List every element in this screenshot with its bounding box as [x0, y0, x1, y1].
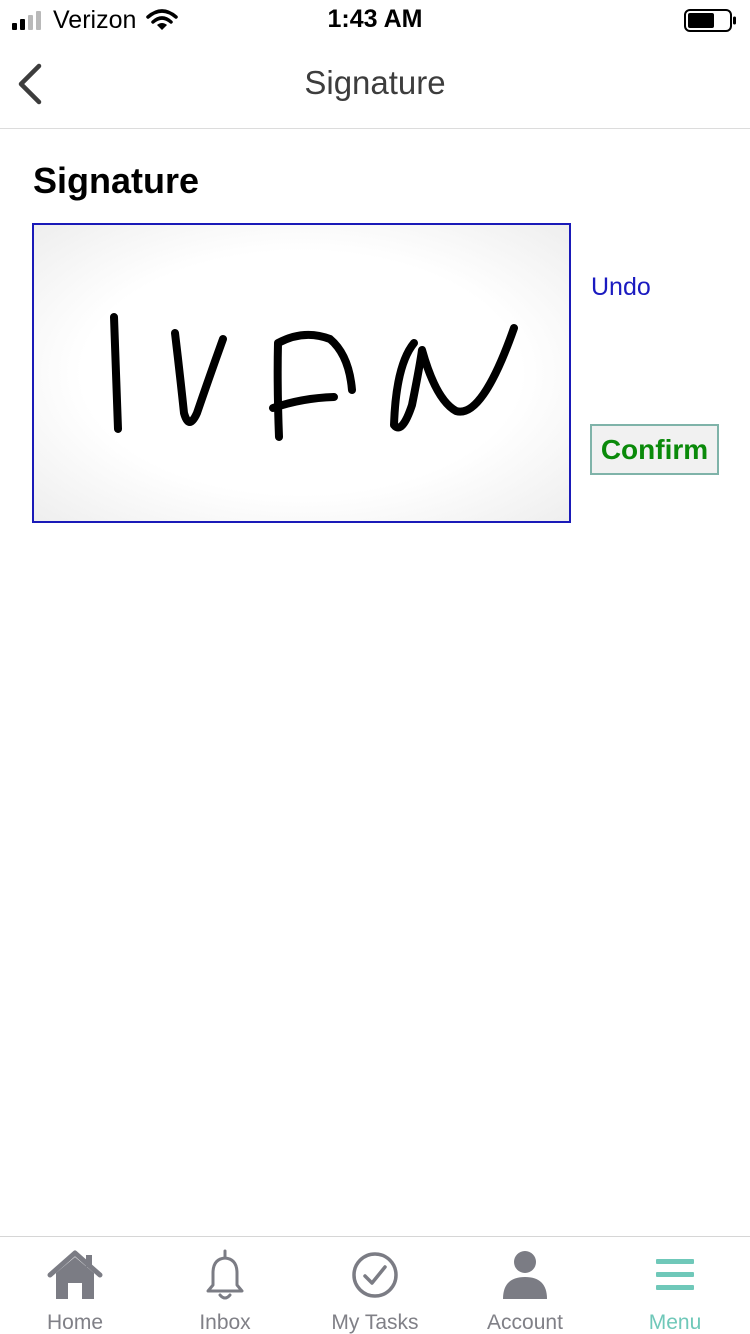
tab-label: Inbox [199, 1311, 251, 1334]
tab-label: My Tasks [331, 1311, 419, 1334]
tab-menu[interactable]: Menu [600, 1237, 750, 1334]
nav-bar: Signature [0, 40, 750, 129]
section-title: Signature [33, 160, 200, 201]
status-time: 1:43 AM [327, 5, 423, 33]
nav-title: Signature [304, 64, 446, 101]
tab-label: Menu [648, 1311, 702, 1334]
status-bar: Verizon 1:43 AM [0, 0, 750, 40]
tab-inbox[interactable]: Inbox [150, 1237, 300, 1334]
confirm-button[interactable]: Confirm [590, 424, 719, 475]
tab-label: Home [46, 1311, 104, 1334]
undo-button[interactable]: Undo [591, 273, 651, 302]
tab-bar: Home Inbox My Tasks Account Menu [0, 1236, 750, 1334]
tab-my-tasks[interactable]: My Tasks [300, 1237, 450, 1334]
tab-home[interactable]: Home [0, 1237, 150, 1334]
person-icon [503, 1251, 547, 1299]
tab-account[interactable]: Account [450, 1237, 600, 1334]
menu-icon [656, 1259, 694, 1290]
battery-icon [684, 9, 736, 32]
screen: Verizon 1:43 AM Signature Signature Undo… [0, 0, 750, 1334]
check-circle-icon [352, 1252, 398, 1298]
signature-pad[interactable] [32, 223, 571, 523]
bell-icon [206, 1249, 244, 1300]
tab-label: Account [487, 1311, 563, 1334]
home-icon [47, 1250, 103, 1299]
signature-strokes [110, 313, 518, 441]
